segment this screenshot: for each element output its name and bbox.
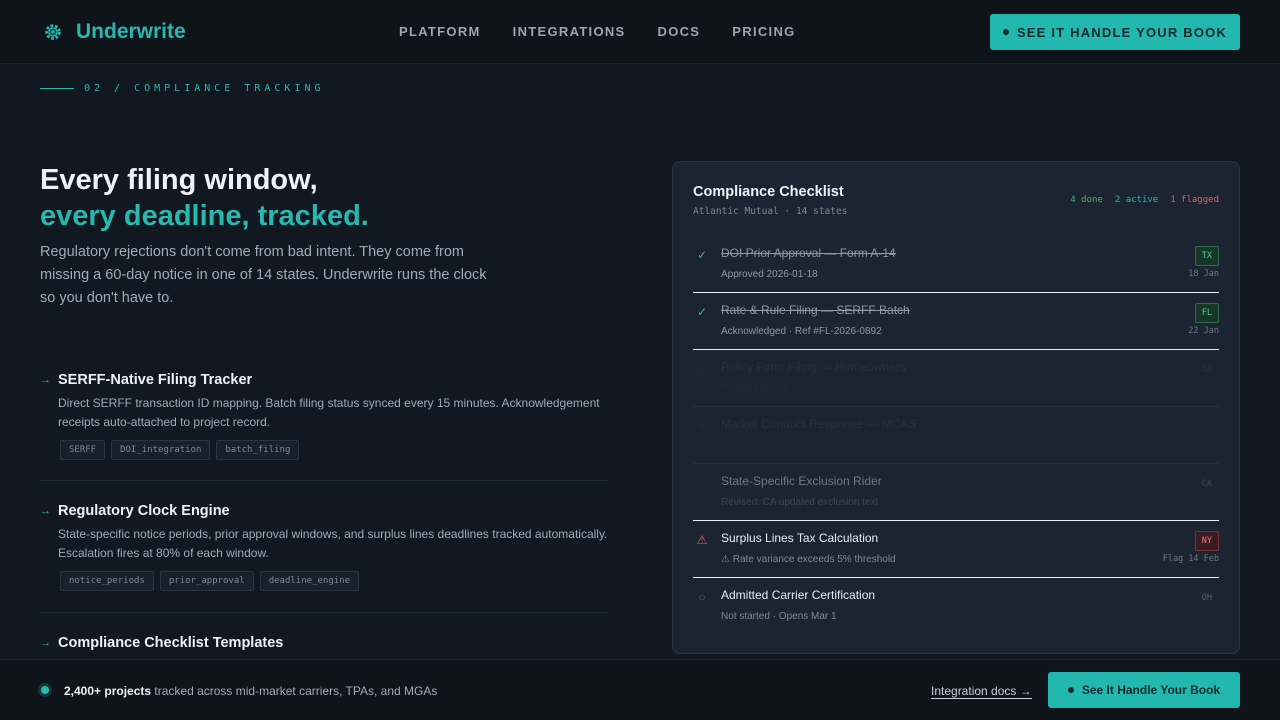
- bullet-dot-icon: [1067, 687, 1074, 693]
- item-meta: Not started · Opens Mar 1: [721, 611, 837, 622]
- nav-link-docs[interactable]: DOCS: [658, 24, 701, 39]
- feature-divider: [40, 480, 608, 481]
- state-badge: OH: [1201, 593, 1212, 603]
- checklist-item[interactable]: ○ Admitted Carrier Certification Not sta…: [693, 578, 1219, 635]
- integration-docs-link[interactable]: Integration docs →: [931, 684, 1032, 699]
- sticky-footer-bar: 2,400+ projects tracked across mid-marke…: [0, 659, 1280, 720]
- item-title: DOI Prior Approval — Form A-14: [721, 246, 896, 260]
- section-eyebrow: 02 / COMPLIANCE TRACKING: [40, 83, 325, 94]
- item-meta: Acknowledged · Ref #FL-2026-0892: [721, 326, 882, 337]
- brand-name: Underwrite: [76, 20, 186, 43]
- eyebrow-text: 02 / COMPLIANCE TRACKING: [84, 83, 325, 94]
- arrow-right-icon: →: [40, 374, 51, 386]
- count-flagged: 1 flagged: [1170, 195, 1219, 205]
- item-date: 22 Jan: [1188, 326, 1219, 336]
- item-title: Admitted Carrier Certification: [721, 588, 876, 602]
- check-icon: ✓: [696, 248, 708, 262]
- state-badge: GA: [1201, 365, 1212, 375]
- brand[interactable]: Underwrite: [42, 20, 186, 44]
- nav-link-pricing[interactable]: PRICING: [732, 24, 795, 39]
- nav-link-platform[interactable]: PLATFORM: [399, 24, 481, 39]
- arrow-right-icon: →: [40, 505, 51, 517]
- live-status-icon: [38, 683, 52, 697]
- checklist-item[interactable]: ○ Policy Form Filing — Homeowners Pendin…: [693, 350, 1219, 407]
- feature-title: Compliance Checklist Templates: [58, 635, 284, 651]
- count-done: 4 done: [1070, 195, 1103, 205]
- footer-stat: 2,400+ projects tracked across mid-marke…: [64, 684, 437, 698]
- feature-title: Regulatory Clock Engine: [58, 503, 230, 519]
- feature-tags: notice_periods prior_approval deadline_e…: [60, 571, 365, 591]
- cta-bottom-label: See It Handle Your Book: [1081, 683, 1221, 697]
- state-badge: CA: [1201, 479, 1212, 489]
- bullet-dot-icon: [1002, 29, 1009, 35]
- eyebrow-line: [40, 88, 74, 89]
- tag: notice_periods: [60, 571, 154, 591]
- checklist-item[interactable]: ✓ Rate & Rule Filing — SERFF Batch Ackno…: [693, 293, 1219, 350]
- item-title: Surplus Lines Tax Calculation: [721, 531, 879, 545]
- item-title: Policy Form Filing — Homeowners: [721, 360, 906, 374]
- nav-links: PLATFORM INTEGRATIONS DOCS PRICING: [399, 24, 828, 39]
- item-meta: Revised: CA updated exclusion text: [721, 497, 879, 508]
- tag: prior_approval: [159, 571, 254, 591]
- status-counts: 4 done 2 active 1 flagged: [1058, 195, 1219, 205]
- tag: SERFF: [60, 440, 106, 460]
- tag: batch_filing: [216, 440, 300, 460]
- item-date: 18 Jan: [1188, 269, 1219, 279]
- feature-checklist-templates: → Compliance Checklist Templates: [40, 635, 608, 659]
- feature-divider: [40, 612, 608, 613]
- hero-title-line2: every deadline, tracked.: [40, 200, 369, 232]
- cta-top-label: SEE IT HANDLE YOUR BOOK: [1016, 24, 1228, 40]
- checklist-item[interactable]: ○ Market Conduct Response — MCAS: [693, 407, 1219, 464]
- feature-desc: Direct SERFF transaction ID mapping. Bat…: [58, 396, 600, 429]
- item-title: Rate & Rule Filing — SERFF Batch: [721, 303, 910, 317]
- count-active: 2 active: [1114, 195, 1159, 205]
- state-badge: TX: [1194, 246, 1219, 266]
- card-title: Compliance Checklist: [693, 184, 844, 200]
- gear-logo-icon: [45, 24, 61, 40]
- checklist-item[interactable]: ✓ DOI Prior Approval — Form A-14 Approve…: [693, 236, 1219, 293]
- feature-clock-engine: → Regulatory Clock Engine State-specific…: [40, 503, 608, 593]
- feature-desc: State-specific notice periods, prior app…: [58, 527, 608, 560]
- item-date: Flag 14 Feb: [1162, 554, 1219, 564]
- feature-title: SERFF-Native Filing Tracker: [58, 372, 253, 388]
- checklist-item[interactable]: ⚠ Surplus Lines Tax Calculation ⚠ Rate v…: [693, 521, 1219, 578]
- footer-text: tracked across mid-market carriers, TPAs…: [151, 684, 438, 698]
- compliance-checklist-card: Compliance Checklist Atlantic Mutual · 1…: [672, 161, 1240, 654]
- nav-link-integrations[interactable]: INTEGRATIONS: [513, 24, 626, 39]
- circle-icon: ○: [698, 419, 706, 433]
- state-badge: FL: [1194, 303, 1219, 323]
- hero-lead: Regulatory rejections don't come from ba…: [40, 244, 487, 306]
- item-title: Market Conduct Response — MCAS: [721, 417, 917, 431]
- circle-icon: ○: [698, 362, 706, 376]
- cta-button-top[interactable]: SEE IT HANDLE YOUR BOOK: [990, 14, 1240, 50]
- tag: deadline_engine: [259, 571, 359, 591]
- warning-icon: ⚠: [696, 533, 708, 547]
- item-meta: ⚠ Rate variance exceeds 5% threshold: [721, 554, 896, 565]
- item-meta: Approved 2026-01-18: [721, 269, 818, 280]
- card-subtitle: Atlantic Mutual · 14 states: [693, 206, 848, 217]
- tag: DOI_integration: [111, 440, 211, 460]
- feature-serff: → SERFF-Native Filing Tracker Direct SER…: [40, 372, 608, 462]
- item-title: State-Specific Exclusion Rider: [721, 474, 882, 488]
- cta-button-bottom[interactable]: See It Handle Your Book: [1048, 672, 1240, 708]
- state-badge: NY: [1194, 531, 1219, 551]
- circle-icon: ○: [698, 590, 706, 604]
- hero-title-line1: Every filing window,: [40, 164, 318, 196]
- top-nav: Underwrite PLATFORM INTEGRATIONS DOCS PR…: [0, 0, 1280, 64]
- item-meta: Pending review: [721, 383, 790, 394]
- check-icon: ✓: [696, 305, 708, 319]
- checklist-item[interactable]: State-Specific Exclusion Rider Revised: …: [693, 464, 1219, 521]
- arrow-right-icon: →: [40, 637, 51, 649]
- feature-tags: SERFF DOI_integration batch_filing: [60, 440, 305, 460]
- footer-count: 2,400+ projects: [64, 684, 152, 698]
